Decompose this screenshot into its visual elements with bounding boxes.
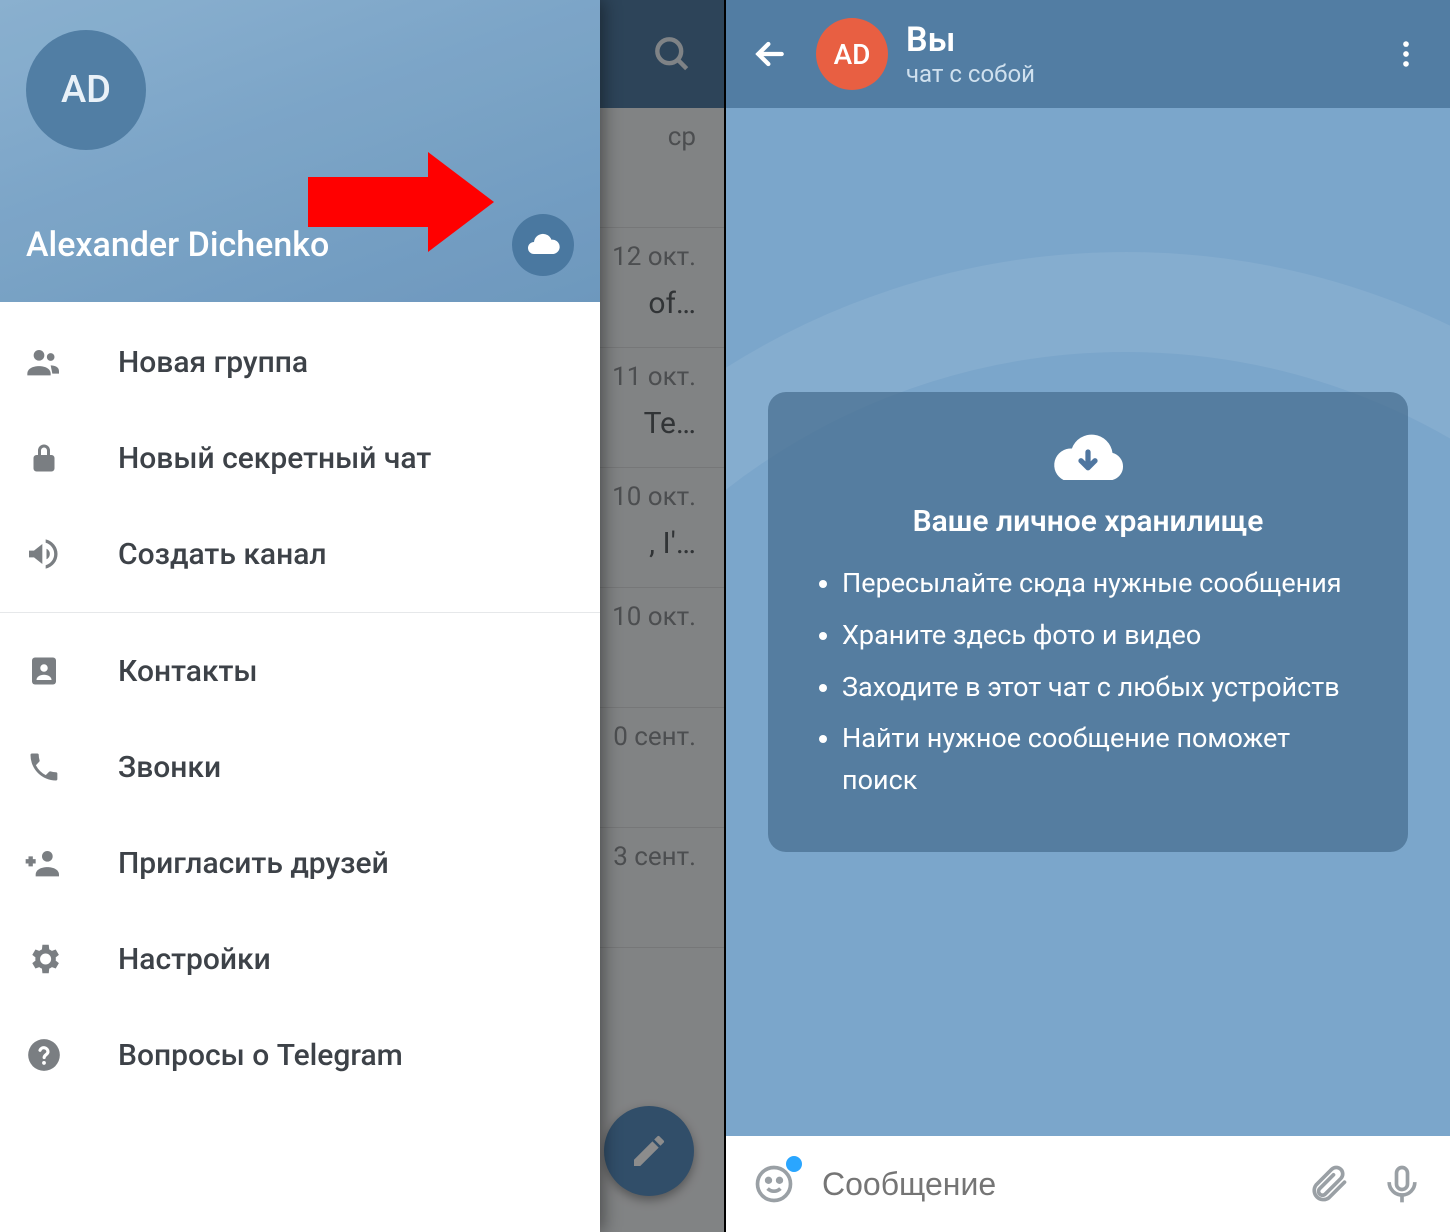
mic-button[interactable] <box>1376 1158 1428 1210</box>
storage-tip: Храните здесь фото и видео <box>842 615 1368 657</box>
attach-button[interactable] <box>1302 1158 1354 1210</box>
menu-label: Создать канал <box>118 537 327 572</box>
menu-faq[interactable]: Вопросы о Telegram <box>0 1007 600 1103</box>
menu-contacts[interactable]: Контакты <box>0 623 600 719</box>
storage-tip: Пересылайте сюда нужные сообщения <box>842 563 1368 605</box>
cloud-download-icon <box>808 426 1368 492</box>
chat-subtitle: чат с собой <box>906 60 1360 88</box>
storage-tip: Найти нужное сообщение поможет поиск <box>842 718 1368 802</box>
gear-icon <box>22 940 66 978</box>
menu-label: Новый секретный чат <box>118 441 431 476</box>
avatar-initials: AD <box>834 38 871 71</box>
paperclip-icon <box>1306 1162 1350 1206</box>
contacts-icon <box>22 653 66 689</box>
chat-title: Вы <box>906 20 1360 60</box>
avatar-initials: AD <box>61 68 111 112</box>
cloud-icon <box>525 227 561 263</box>
storage-info-card: Ваше личное хранилище Пересылайте сюда н… <box>768 392 1408 852</box>
megaphone-icon <box>22 534 66 574</box>
user-name: Alexander Dichenko <box>26 225 329 265</box>
right-panel: AD Вы чат с собой Ваше личное хранилище … <box>726 0 1450 1232</box>
saved-messages-cloud-button[interactable] <box>512 214 574 276</box>
menu-label: Вопросы о Telegram <box>118 1038 403 1073</box>
arrow-left-icon <box>750 34 790 74</box>
menu-secret-chat[interactable]: Новый секретный чат <box>0 410 600 506</box>
divider <box>0 612 600 613</box>
menu-invite[interactable]: Пригласить друзей <box>0 815 600 911</box>
drawer-menu: Новая группа Новый секретный чат Создать… <box>0 302 600 1232</box>
drawer-header: AD Alexander Dichenko <box>0 0 600 302</box>
menu-label: Пригласить друзей <box>118 846 389 881</box>
menu-new-group[interactable]: Новая группа <box>0 314 600 410</box>
emoji-button[interactable] <box>748 1158 800 1210</box>
help-icon <box>22 1036 66 1074</box>
lock-icon <box>22 440 66 476</box>
phone-icon <box>22 749 66 785</box>
more-vert-icon <box>1389 37 1423 71</box>
menu-settings[interactable]: Настройки <box>0 911 600 1007</box>
menu-new-channel[interactable]: Создать канал <box>0 506 600 602</box>
storage-tip: Заходите в этот чат с любых устройств <box>842 667 1368 709</box>
annotation-arrow <box>308 152 494 252</box>
message-input[interactable] <box>822 1166 1280 1203</box>
chat-body: Ваше личное хранилище Пересылайте сюда н… <box>726 108 1450 1136</box>
group-icon <box>22 342 66 382</box>
storage-title: Ваше личное хранилище <box>808 504 1368 539</box>
menu-label: Звонки <box>118 750 221 785</box>
mic-icon <box>1380 1162 1424 1206</box>
menu-label: Новая группа <box>118 345 308 380</box>
chat-avatar[interactable]: AD <box>816 18 888 90</box>
notification-dot <box>786 1156 802 1172</box>
menu-label: Настройки <box>118 942 271 977</box>
more-button[interactable] <box>1378 26 1434 82</box>
menu-calls[interactable]: Звонки <box>0 719 600 815</box>
navigation-drawer: AD Alexander Dichenko Новая группа <box>0 0 600 1232</box>
message-input-bar <box>726 1136 1450 1232</box>
avatar[interactable]: AD <box>26 30 146 150</box>
left-panel: ср 12 окт.of… 11 окт.Те… 10 окт., I'… 10… <box>0 0 724 1232</box>
chat-header: AD Вы чат с собой <box>726 0 1450 108</box>
menu-label: Контакты <box>118 654 258 689</box>
invite-icon <box>22 843 66 883</box>
back-button[interactable] <box>742 26 798 82</box>
